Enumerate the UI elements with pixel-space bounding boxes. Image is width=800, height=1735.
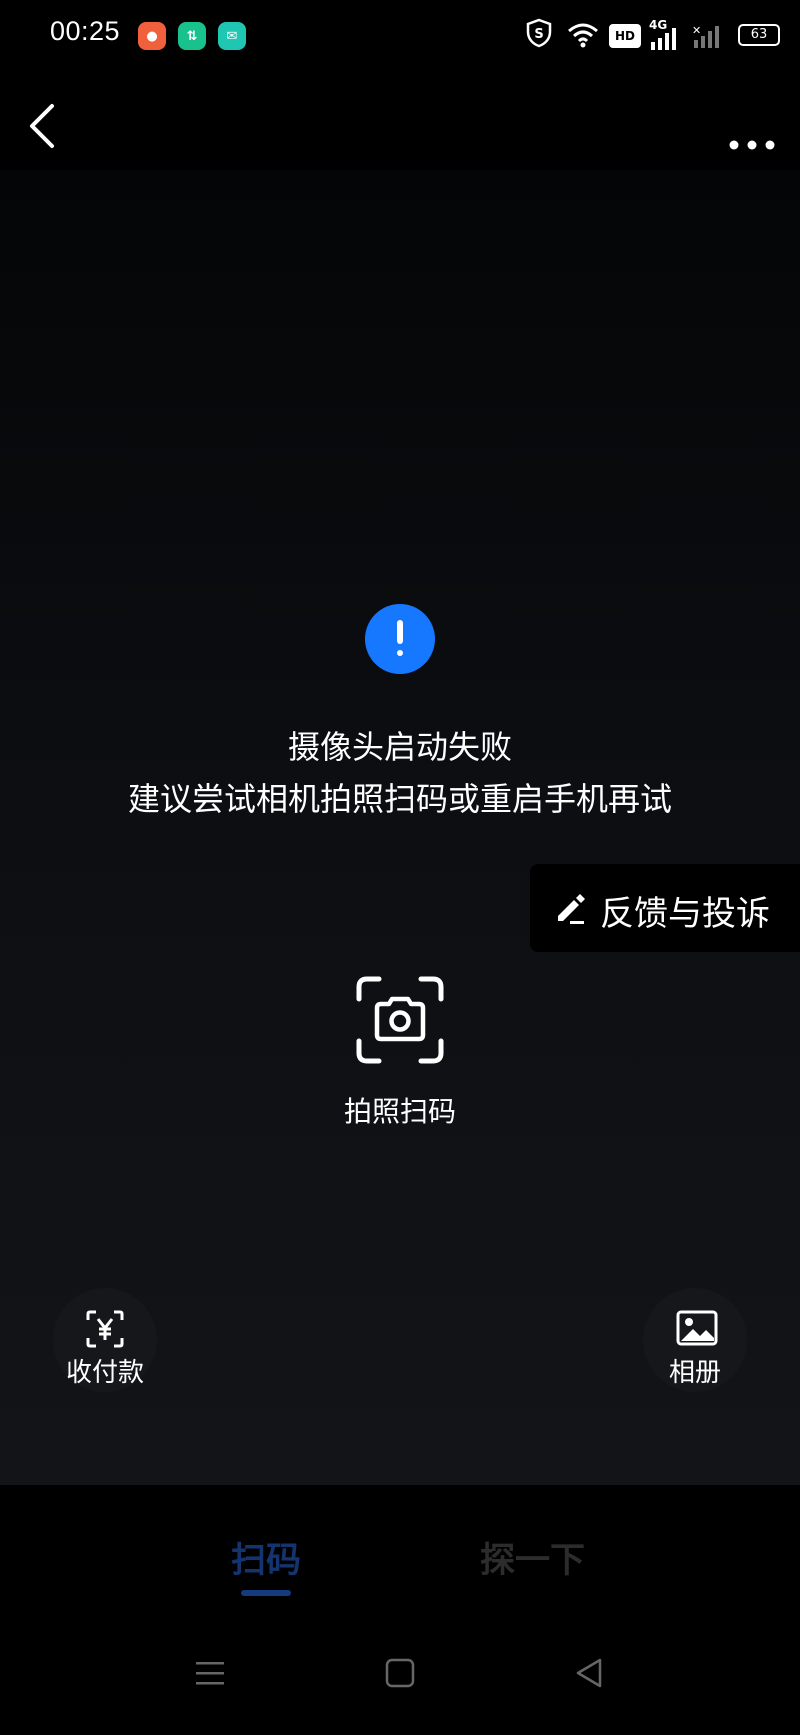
shield-icon: S: [526, 18, 552, 48]
signal-no-service-icon: ✕: [692, 24, 719, 48]
feedback-label: 反馈与投诉: [600, 894, 770, 934]
tab-explore[interactable]: 探一下: [480, 1532, 585, 1583]
app-notification-icon-3: ✉: [218, 22, 246, 50]
hd-badge: HD: [609, 24, 641, 48]
system-nav-bar: [0, 1615, 800, 1735]
top-bar: [0, 80, 800, 170]
photo-scan-label: 拍照扫码: [343, 1095, 456, 1128]
pen-icon: [558, 894, 585, 924]
payment-button[interactable]: 收付款: [53, 1288, 157, 1392]
wifi-icon: [568, 23, 598, 48]
menu-icon[interactable]: [190, 1653, 230, 1693]
tab-scan[interactable]: 扫码: [231, 1532, 301, 1583]
app-notification-icon-2: ⇅: [178, 22, 206, 50]
app-notification-icon-1: ●: [138, 22, 166, 50]
signal-icon: [651, 28, 676, 50]
back-icon[interactable]: [18, 98, 68, 154]
battery-level: 63: [750, 27, 768, 42]
svg-text:✕: ✕: [692, 24, 701, 37]
svg-text:S: S: [534, 27, 543, 42]
status-bar: 00:25 ● ⇅ ✉ S HD 4G ✕ 63: [0, 0, 800, 72]
album-button[interactable]: 相册: [643, 1288, 747, 1392]
tab-indicator: [241, 1590, 291, 1596]
feedback-button[interactable]: 反馈与投诉: [530, 864, 800, 952]
album-label: 相册: [668, 1358, 721, 1388]
battery-icon: 63: [738, 24, 780, 46]
more-icon[interactable]: [722, 102, 782, 152]
status-time: 00:25: [50, 16, 121, 46]
camera-scan-icon: [356, 976, 444, 1064]
back-triangle-icon[interactable]: [570, 1653, 610, 1693]
yuan-scan-icon: [86, 1310, 124, 1348]
image-icon: [676, 1310, 718, 1346]
payment-label: 收付款: [65, 1358, 144, 1388]
photo-scan-button[interactable]: 拍照扫码: [330, 975, 470, 1128]
tab-bar: 扫码 探一下: [0, 1485, 800, 1615]
error-subtitle: 建议尝试相机拍照扫码或重启手机再试: [127, 780, 672, 818]
home-icon[interactable]: [380, 1653, 420, 1693]
camera-viewport: [0, 170, 800, 1485]
alert-icon: [365, 604, 435, 674]
error-title: 摄像头启动失败: [287, 728, 512, 766]
